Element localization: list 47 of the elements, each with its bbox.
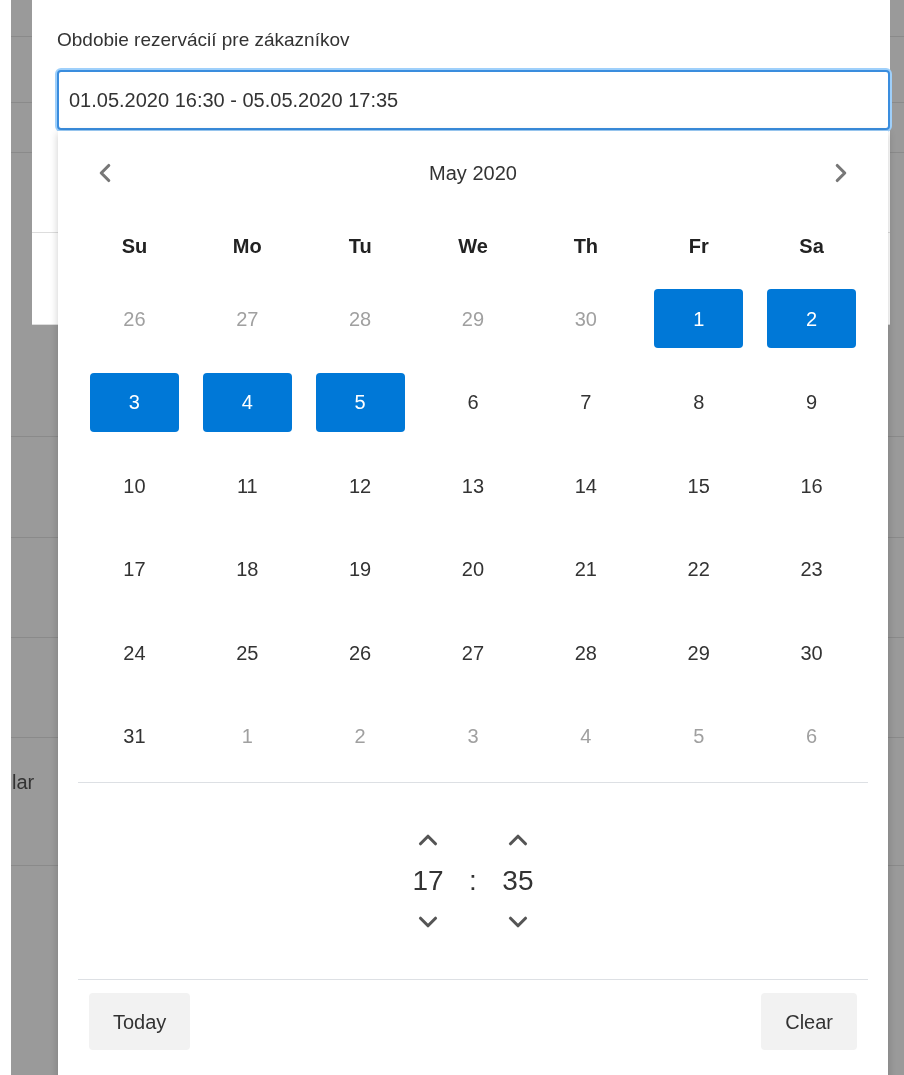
day-cell[interactable]: 17 [89,539,179,599]
day-cell[interactable]: 22 [654,539,744,599]
day-cell[interactable]: 20 [428,539,518,599]
day-cell[interactable]: 1 [654,289,744,349]
day-cell[interactable]: 5 [315,372,405,432]
hour-value: 17 [412,864,444,898]
date-range-field[interactable]: 01.05.2020 16:30 - 05.05.2020 17:35 [57,70,890,130]
day-cell[interactable]: 14 [541,456,631,516]
day-cell[interactable]: 31 [89,706,179,766]
day-cell[interactable]: 29 [654,623,744,683]
day-cell[interactable]: 16 [767,456,857,516]
minute-value: 35 [502,864,534,898]
day-cell[interactable]: 19 [315,539,405,599]
day-cell[interactable]: 15 [654,456,744,516]
day-cell[interactable]: 21 [541,539,631,599]
today-button[interactable]: Today [89,993,191,1050]
row-label: lar [12,772,35,792]
weekday-label: Su [121,234,148,259]
weekday-label: Fr [688,234,709,259]
day-cell[interactable]: 8 [654,372,744,432]
day-cell[interactable]: 23 [767,539,857,599]
day-cell[interactable]: 4 [202,372,292,432]
day-cell[interactable]: 25 [202,623,292,683]
weekday-label: Sa [799,234,824,259]
day-cell[interactable]: 13 [428,456,518,516]
day-cell[interactable]: 10 [89,456,179,516]
day-cell[interactable]: 18 [202,539,292,599]
day-cell[interactable]: 6 [428,372,518,432]
day-cell[interactable]: 28 [541,623,631,683]
field-label: Obdobie rezervácií pre zákazníkov [57,28,350,52]
day-cell[interactable]: 3 [89,372,179,432]
weekday-label: Mo [232,234,262,259]
day-cell[interactable]: 11 [202,456,292,516]
time-separator: : [469,864,477,898]
weekday-label: Tu [348,234,372,259]
weekday-label: Th [573,234,599,259]
day-cell[interactable]: 12 [315,456,405,516]
month-title[interactable]: May 2020 [429,158,517,188]
day-cell[interactable]: 27 [428,623,518,683]
day-cell[interactable]: 2 [767,289,857,349]
day-cell[interactable]: 30 [767,623,857,683]
day-cell[interactable]: 7 [541,372,631,432]
day-cell[interactable]: 24 [89,623,179,683]
day-cell[interactable]: 26 [315,623,405,683]
day-cell[interactable]: 9 [767,372,857,432]
clear-button[interactable]: Clear [761,993,857,1050]
weekday-label: We [458,234,488,259]
